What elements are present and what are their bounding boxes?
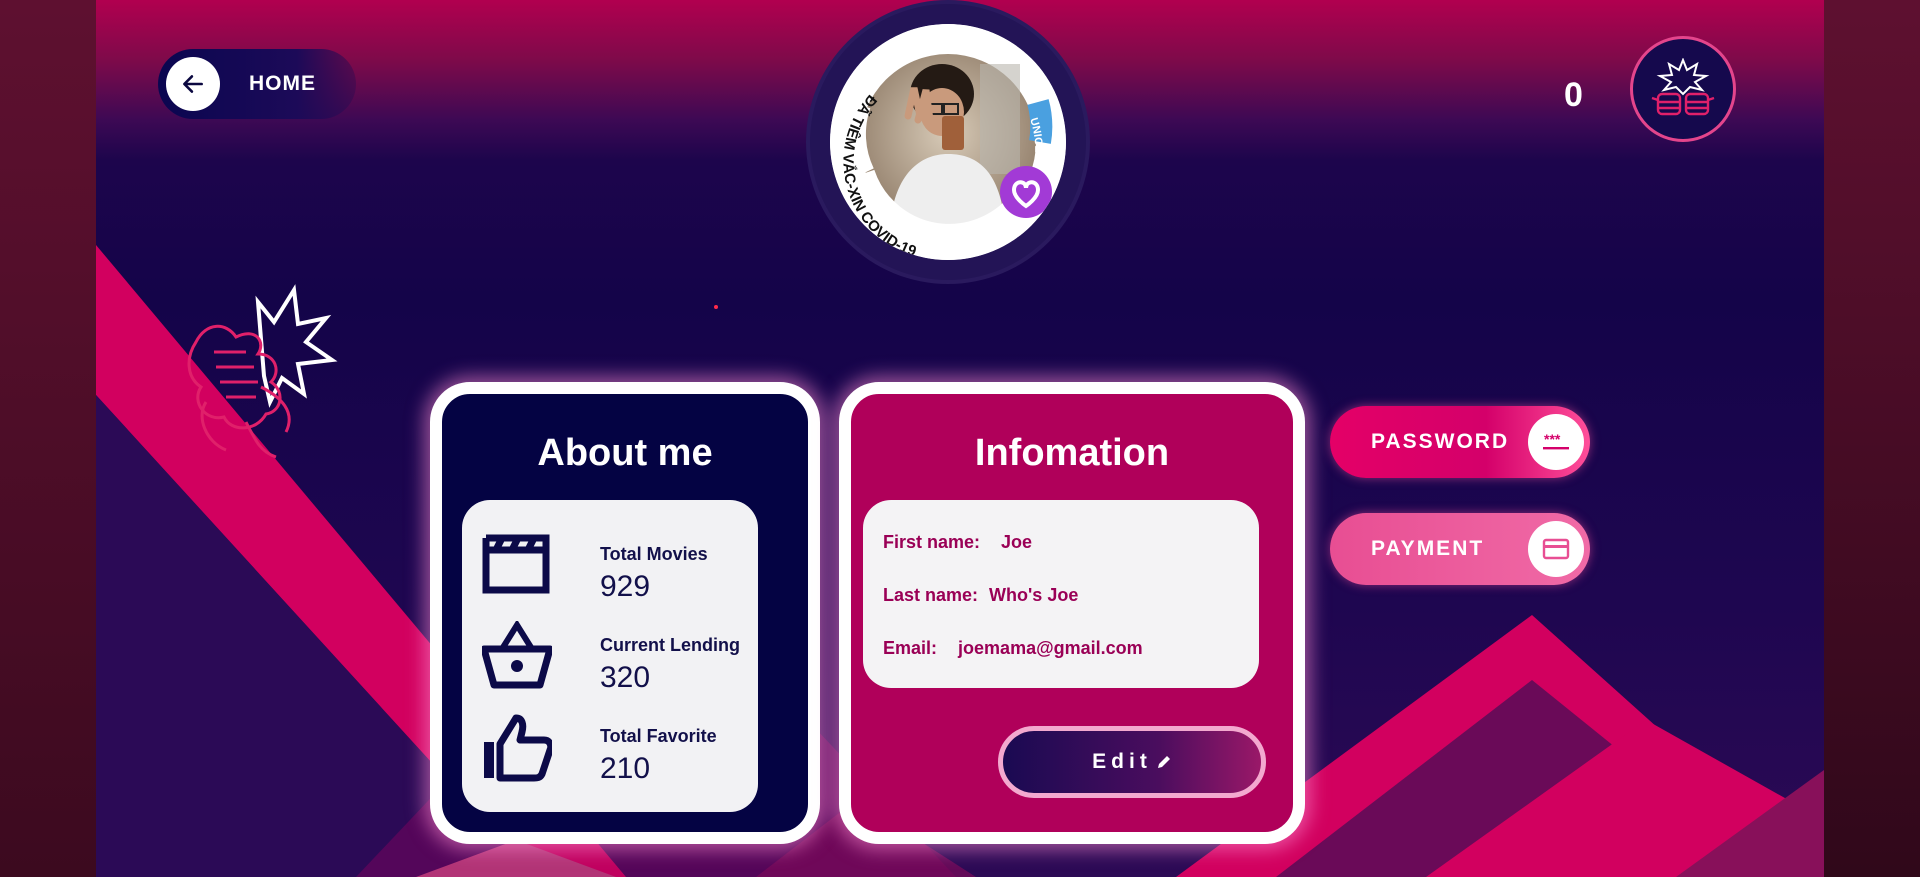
credit-card-icon [1528, 521, 1584, 577]
information-title: Infomation [974, 432, 1170, 474]
edit-button[interactable]: Edit [998, 726, 1266, 798]
stat-value: 210 [600, 752, 651, 785]
edit-label: Edit [1092, 750, 1152, 773]
points-counter: 0 [1564, 76, 1583, 114]
avatar[interactable]: ĐÃ TIÊM VẮC-XIN COVID-19 UNICEF [830, 24, 1066, 260]
back-arrow-icon [166, 57, 220, 111]
email-value: joemama@gmail.com [958, 638, 1143, 658]
password-label: PASSWORD [1371, 430, 1510, 453]
stat-total-favorite: Total Favorite 210 [482, 712, 742, 792]
home-label: HOME [249, 72, 316, 95]
avatar-frame: ĐÃ TIÊM VẮC-XIN COVID-19 UNICEF [810, 4, 1086, 280]
first-name-value: Joe [1001, 532, 1033, 552]
last-name-label: Last name: [883, 585, 979, 605]
vaccine-badge-text: ĐÃ TIÊM VẮC-XIN COVID-19 [839, 91, 918, 260]
fist-bump-icon [1651, 58, 1715, 116]
left-border [0, 0, 96, 877]
stat-label: Total Favorite [600, 726, 717, 746]
about-me-card: About me Total Movies 929 Current Lendin… [430, 382, 820, 844]
stat-value: 320 [600, 661, 651, 694]
stat-total-movies: Total Movies 929 [482, 530, 742, 610]
user-details-panel: First name: Joe Last name: Who's Joe Ema… [863, 500, 1259, 688]
about-me-title: About me [537, 432, 713, 474]
fist-bump-illustration [187, 284, 338, 459]
first-name-label: First name: [883, 532, 981, 552]
payment-label: PAYMENT [1371, 537, 1485, 560]
rewards-button[interactable] [1630, 36, 1736, 142]
password-icon: *** [1528, 414, 1584, 470]
email-label: Email: [883, 638, 938, 658]
home-button[interactable]: HOME [158, 49, 356, 119]
email-row: Email: joemama@gmail.com [883, 638, 1143, 659]
profile-page: HOME ĐÃ TIÊM VẮC-XIN COVID-19 UNICE 0 Ab… [96, 0, 1824, 877]
stat-current-lending: Current Lending 320 [482, 621, 742, 701]
password-button[interactable]: PASSWORD *** [1330, 406, 1590, 478]
stats-panel: Total Movies 929 Current Lending 320 Tot… [462, 500, 758, 812]
clapperboard-icon [482, 534, 550, 594]
first-name-row: First name: Joe [883, 532, 1032, 553]
last-name-value: Who's Joe [989, 585, 1079, 605]
basket-icon [482, 621, 552, 689]
last-name-row: Last name: Who's Joe [883, 585, 1078, 606]
thumbs-up-icon [484, 714, 552, 782]
information-card: Infomation First name: Joe Last name: Wh… [839, 382, 1305, 844]
pencil-icon [1157, 756, 1170, 768]
stat-label: Total Movies [600, 544, 708, 564]
unicef-label: UNICEF [830, 24, 1044, 153]
right-border [1824, 0, 1920, 877]
payment-button[interactable]: PAYMENT [1330, 513, 1590, 585]
svg-text:***: *** [1544, 432, 1561, 447]
stat-value: 929 [600, 570, 651, 603]
stat-label: Current Lending [600, 635, 740, 655]
